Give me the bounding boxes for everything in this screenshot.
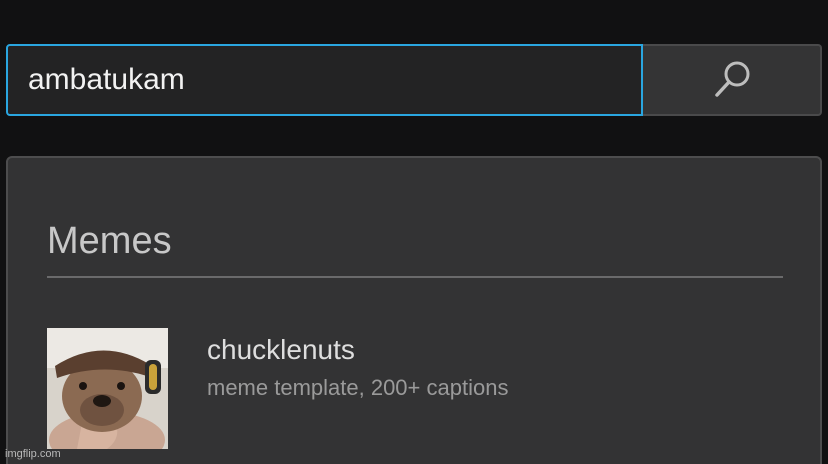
section-title: Memes [47, 220, 172, 262]
search-input[interactable] [6, 44, 643, 116]
dog-image [47, 328, 168, 449]
result-subtitle: meme template, 200+ captions [207, 375, 509, 400]
search-button[interactable] [643, 44, 822, 116]
meme-thumbnail[interactable] [47, 328, 168, 449]
search-icon [714, 61, 749, 97]
watermark: imgflip.com [5, 448, 61, 460]
list-item[interactable]: chucklenuts meme template, 200+ captions [47, 328, 783, 452]
section-divider [47, 276, 783, 278]
results-panel: Memes chucklenuts meme template, 200+ ca… [6, 156, 822, 464]
result-title[interactable]: chucklenuts [207, 334, 355, 366]
page: Memes [0, 0, 828, 464]
search-bar [6, 44, 822, 116]
